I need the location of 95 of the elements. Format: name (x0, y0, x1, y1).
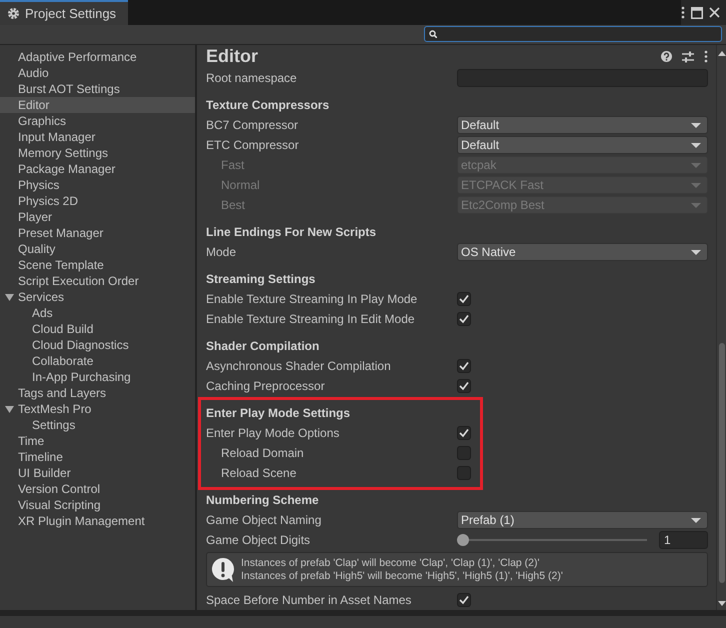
dropdown[interactable]: OS Native (457, 243, 708, 261)
help-text: Instances of prefab 'Clap' will become 'Clap', 'Clap (1)', 'Clap (2)' (241, 557, 540, 569)
scrollbar-thumb[interactable] (718, 343, 724, 583)
warning-bubble-icon (211, 556, 235, 582)
more-icon[interactable] (704, 50, 708, 63)
checkbox[interactable] (457, 292, 471, 306)
dropdown[interactable]: Default (457, 116, 708, 134)
dropdown[interactable]: Prefab (1) (457, 511, 708, 529)
sidebar-item[interactable]: Adaptive Performance (0, 49, 195, 65)
sidebar-item[interactable]: TextMesh Pro (0, 401, 195, 417)
checkbox[interactable] (457, 593, 471, 607)
dropdown-arrow-icon (691, 518, 701, 522)
field-label: Fast (220, 158, 246, 172)
sidebar-item[interactable]: Visual Scripting (0, 497, 195, 513)
help-text: Instances of prefab 'High5' will become 'High5', 'High5 (1)', 'High5 (2)' (241, 570, 563, 582)
field-label: Game Object Naming (206, 513, 322, 527)
section-header: Numbering Scheme (206, 492, 320, 509)
sidebar-item[interactable]: Audio (0, 65, 195, 81)
slider-track[interactable] (457, 533, 647, 547)
sidebar-item[interactable]: Burst AOT Settings (0, 81, 195, 97)
sidebar-item[interactable]: Scene Template (0, 257, 195, 273)
sidebar-item[interactable]: Memory Settings (0, 145, 195, 161)
sidebar-item[interactable]: Input Manager (0, 129, 195, 145)
slider-thumb[interactable] (457, 534, 469, 546)
sidebar-item[interactable]: UI Builder (0, 465, 195, 481)
dropdown-arrow-icon (691, 162, 701, 168)
expand-arrow-icon[interactable] (5, 404, 14, 414)
checkbox[interactable] (457, 379, 471, 393)
field-label: Normal (220, 178, 261, 192)
checkbox-label: Reload Domain (220, 446, 305, 460)
dropdown-arrow-icon (691, 250, 701, 254)
sidebar-item[interactable]: Player (0, 209, 195, 225)
sidebar-item[interactable]: Physics 2D (0, 193, 195, 209)
checkbox-label: Space Before Number in Asset Names (206, 593, 412, 607)
dropdown[interactable]: Default (457, 136, 708, 154)
sidebar-item[interactable]: Quality (0, 241, 195, 257)
sidebar-item[interactable]: Version Control (0, 481, 195, 497)
checkbox-label: Enter Play Mode Options (206, 426, 340, 440)
dropdown-arrow-icon (691, 182, 701, 188)
sidebar-item[interactable]: Ads (0, 305, 195, 321)
section-header: Enter Play Mode Settings (206, 405, 352, 422)
sidebar-item[interactable]: Physics (0, 177, 195, 193)
gear-icon (7, 7, 20, 20)
checkbox[interactable] (457, 466, 471, 480)
number-field[interactable]: 1 (659, 531, 708, 549)
sidebar-item[interactable]: Editor (0, 97, 195, 113)
checkbox[interactable] (457, 446, 471, 460)
section-header: Streaming Settings (206, 271, 316, 288)
section-header: Texture Compressors (206, 97, 330, 114)
field-label: Best (220, 198, 246, 212)
search-field[interactable] (424, 26, 722, 42)
sidebar-item[interactable]: Settings (0, 417, 195, 433)
checkbox-label: Asynchronous Shader Compilation (206, 359, 392, 373)
checkbox-label: Enable Texture Streaming In Play Mode (206, 292, 418, 306)
sliders-icon[interactable] (682, 50, 694, 62)
checkbox-label: Reload Scene (220, 466, 298, 480)
sidebar-item[interactable]: Cloud Diagnostics (0, 337, 195, 353)
sidebar-item[interactable]: Services (0, 289, 195, 305)
field-label: BC7 Compressor (206, 118, 300, 132)
field-label: ETC Compressor (206, 138, 300, 152)
sidebar-item[interactable]: In-App Purchasing (0, 369, 195, 385)
checkbox[interactable] (457, 426, 471, 440)
scroll-up-icon[interactable] (718, 51, 726, 56)
sidebar-item[interactable]: XR Plugin Management (0, 513, 195, 529)
field-label: Root namespace (206, 71, 298, 85)
more-icon[interactable] (681, 6, 685, 19)
dropdown-arrow-icon (691, 142, 701, 148)
dropdown-arrow-icon (691, 202, 701, 208)
page-title: Editor (206, 46, 259, 67)
maximize-icon[interactable] (691, 6, 703, 18)
window-tab[interactable]: Project Settings (0, 0, 128, 25)
sidebar-item[interactable]: Package Manager (0, 161, 195, 177)
scroll-down-icon[interactable] (718, 601, 726, 606)
sidebar-item[interactable]: Tags and Layers (0, 385, 195, 401)
checkbox-label: Caching Preprocessor (206, 379, 326, 393)
sidebar-item[interactable]: Preset Manager (0, 225, 195, 241)
sidebar-item[interactable]: Graphics (0, 113, 195, 129)
section-header: Line Endings For New Scripts (206, 224, 378, 241)
dropdown-arrow-icon (691, 122, 701, 128)
slider-label: Game Object Digits (206, 533, 312, 547)
close-icon[interactable] (709, 7, 720, 18)
checkbox[interactable] (457, 359, 471, 373)
expand-arrow-icon[interactable] (5, 292, 14, 302)
search-icon (429, 30, 437, 38)
checkbox[interactable] (457, 312, 471, 326)
field-label: Mode (206, 245, 238, 259)
sidebar-item[interactable]: Time (0, 433, 195, 449)
section-header: Shader Compilation (206, 338, 320, 355)
sidebar-item[interactable]: Collaborate (0, 353, 195, 369)
sidebar-item[interactable]: Script Execution Order (0, 273, 195, 289)
checkbox-label: Enable Texture Streaming In Edit Mode (206, 312, 416, 326)
window-title: Project Settings (25, 6, 116, 21)
sidebar-item[interactable]: Timeline (0, 449, 195, 465)
help-icon[interactable] (661, 51, 672, 62)
sidebar-item[interactable]: Cloud Build (0, 321, 195, 337)
